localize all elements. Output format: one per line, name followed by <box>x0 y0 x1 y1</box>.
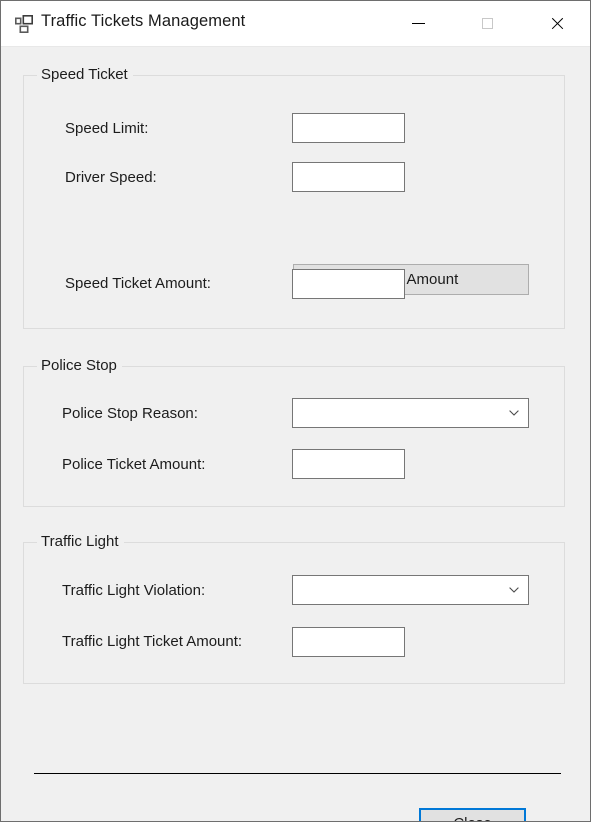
label-police-stop-reason: Police Stop Reason: <box>62 405 198 422</box>
speed-ticket-amount-input[interactable] <box>292 269 405 299</box>
groupbox-police-stop: Police Stop <box>23 357 565 507</box>
label-driver-speed: Driver Speed: <box>65 169 157 186</box>
chevron-down-icon <box>509 587 519 593</box>
traffic-light-violation-combobox[interactable] <box>292 575 529 605</box>
window-title: Traffic Tickets Management <box>41 12 246 30</box>
minimize-button[interactable] <box>395 1 441 46</box>
driver-speed-input[interactable] <box>292 162 405 192</box>
label-speed-ticket-amount: Speed Ticket Amount: <box>65 275 211 292</box>
application-window: Traffic Tickets Management Speed Ticket … <box>0 0 591 822</box>
groupbox-police-stop-title: Police Stop <box>37 357 122 374</box>
groupbox-traffic-light-title: Traffic Light <box>37 533 124 550</box>
window-close-button[interactable] <box>534 1 580 46</box>
chevron-down-icon <box>509 410 519 416</box>
label-police-ticket-amount: Police Ticket Amount: <box>62 456 206 473</box>
police-ticket-amount-input[interactable] <box>292 449 405 479</box>
groupbox-speed-ticket-title: Speed Ticket <box>37 66 133 83</box>
label-traffic-light-ticket-amount: Traffic Light Ticket Amount: <box>62 633 243 650</box>
groupbox-traffic-light: Traffic Light <box>23 533 565 684</box>
title-bar[interactable]: Traffic Tickets Management <box>1 1 590 47</box>
label-speed-limit: Speed Limit: <box>65 120 149 137</box>
close-icon <box>550 16 565 31</box>
speed-limit-input[interactable] <box>292 113 405 143</box>
form-client-area: Speed Ticket Speed Limit: Driver Speed: … <box>1 47 590 821</box>
traffic-light-ticket-amount-input[interactable] <box>292 627 405 657</box>
app-window-icon <box>15 15 33 33</box>
maximize-button[interactable] <box>464 1 510 46</box>
police-stop-reason-combobox[interactable] <box>292 398 529 428</box>
label-traffic-light-violation: Traffic Light Violation: <box>62 582 206 599</box>
footer-divider <box>34 773 561 774</box>
close-button[interactable]: Close <box>419 808 526 821</box>
minimize-icon <box>411 23 425 24</box>
maximize-icon <box>481 18 493 29</box>
